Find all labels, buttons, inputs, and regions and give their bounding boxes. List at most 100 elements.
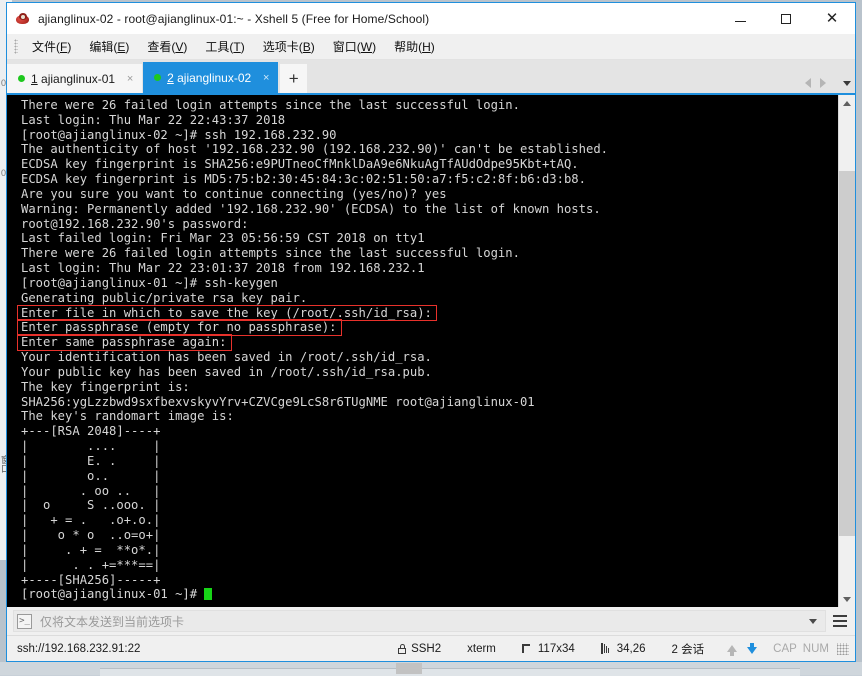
- tab-index: 2: [167, 70, 174, 85]
- terminal-line: There were 26 failed login attempts sinc…: [21, 246, 520, 261]
- menu-item-edit[interactable]: 编辑(E): [80, 35, 138, 58]
- terminal-line: SHA256:ygLzzbwd9sxfbexvskyvYrv+CZVCge9Lc…: [21, 394, 535, 409]
- terminal-line: | . oo .. |: [21, 483, 161, 498]
- status-connection-url: ssh://192.168.232.91:22: [17, 642, 141, 655]
- tab-ajianglinux-01[interactable]: 1 ajianglinux-01 ×: [7, 64, 143, 93]
- tab-status-dot: [154, 74, 162, 81]
- chevron-up-icon: [843, 100, 851, 106]
- menu-item-window[interactable]: 窗口(W): [324, 35, 385, 58]
- menu-item-help[interactable]: 帮助(H): [385, 35, 444, 58]
- resize-grip[interactable]: [837, 642, 849, 655]
- tab-close-icon[interactable]: ×: [260, 72, 272, 84]
- terminal-line: Enter file in which to save the key (/ro…: [21, 305, 432, 320]
- terminal-line: The key's randomart image is:: [21, 409, 234, 424]
- terminal-line: | + = . .o+.o.|: [21, 513, 161, 528]
- close-button[interactable]: ✕: [809, 3, 855, 34]
- menu-item-view[interactable]: 查看(V): [138, 35, 196, 58]
- tab-scroll-right-icon[interactable]: [820, 78, 826, 88]
- terminal-line: The key fingerprint is:: [21, 379, 190, 394]
- terminal-line: Enter passphrase (empty for no passphras…: [21, 320, 337, 335]
- background-horizontal-scrollbar: [396, 663, 422, 674]
- terminal-line: Are you sure you want to continue connec…: [21, 186, 447, 201]
- tab-scroll-left-icon[interactable]: [805, 78, 811, 88]
- terminal-line: | o.. |: [21, 468, 161, 483]
- new-tab-button[interactable]: +: [280, 64, 308, 93]
- tab-label: 1 ajianglinux-01: [31, 72, 115, 86]
- send-command-input[interactable]: >_ 仅将文本发送到当前选项卡: [13, 610, 826, 632]
- status-dimensions-label: 117x34: [537, 642, 575, 655]
- status-caps-label: CAP: [773, 642, 797, 655]
- scrollbar-thumb[interactable]: [839, 171, 855, 536]
- cursor-position-icon: [600, 643, 611, 654]
- terminal-output[interactable]: There were 26 failed login attempts sinc…: [7, 95, 838, 607]
- terminal-line: | . . +=***==|: [21, 557, 161, 572]
- status-transfer-icons: [717, 643, 763, 656]
- terminal-prompt-line: [root@ajianglinux-01 ~]#: [21, 587, 838, 602]
- scrollbar-down-button[interactable]: [839, 591, 855, 607]
- menu-item-file[interactable]: 文件(F): [23, 35, 80, 58]
- terminal-prompt-text: [root@ajianglinux-01 ~]#: [21, 587, 205, 602]
- terminal-line: Warning: Permanently added '192.168.232.…: [21, 201, 601, 216]
- terminal-line: +----[SHA256]-----+: [21, 572, 161, 587]
- maximize-button[interactable]: [763, 3, 809, 34]
- status-sessions-label: 2 会话: [671, 643, 705, 656]
- terminal-line: [root@ajianglinux-01 ~]# ssh-keygen: [21, 275, 278, 290]
- status-cursor-position-label: 34,26: [616, 642, 646, 655]
- resize-icon: [521, 643, 532, 654]
- title-bar[interactable]: ajianglinux-02 - root@ajianglinux-01:~ -…: [7, 3, 855, 34]
- terminal-prompt-icon: >_: [17, 613, 32, 629]
- terminal-line: ECDSA key fingerprint is SHA256:e9PUTneo…: [21, 157, 579, 172]
- menu-bar: 文件(F) 编辑(E) 查看(V) 工具(T) 选项卡(B) 窗口(W) 帮助(…: [7, 34, 855, 60]
- tab-bar: 1 ajianglinux-01 × 2 ajianglinux-02 × +: [7, 60, 855, 95]
- terminal-cursor: [204, 588, 212, 601]
- status-bar: ssh://192.168.232.91:22 SSH2 xterm 117x3…: [7, 635, 855, 661]
- menu-drag-grip[interactable]: [14, 39, 18, 54]
- terminal-line: | . + = **o*.|: [21, 542, 161, 557]
- status-sessions: 2 会话: [659, 641, 718, 657]
- scrollbar-up-button[interactable]: [839, 95, 855, 111]
- terminal-line: | o S ..ooo. |: [21, 498, 161, 513]
- terminal-line: ECDSA key fingerprint is MD5:75:b2:30:45…: [21, 172, 586, 187]
- terminal-scrollbar[interactable]: [838, 95, 855, 607]
- tab-index: 1: [31, 71, 38, 86]
- terminal-line: There were 26 failed login attempts sinc…: [21, 98, 520, 112]
- terminal-line: | E. . |: [21, 453, 161, 468]
- arrow-up-icon: [727, 645, 738, 656]
- menu-item-tools[interactable]: 工具(T): [196, 35, 253, 58]
- terminal-line: The authenticity of host '192.168.232.90…: [21, 142, 608, 157]
- send-command-bar: >_ 仅将文本发送到当前选项卡: [7, 607, 855, 635]
- close-icon: ✕: [825, 10, 839, 27]
- tab-close-icon[interactable]: ×: [124, 73, 136, 85]
- status-num-label: NUM: [802, 642, 829, 655]
- status-protocol-label: SSH2: [411, 642, 442, 655]
- terminal-line: Last failed login: Fri Mar 23 05:56:59 C…: [21, 231, 425, 246]
- status-terminal-type-label: xterm: [467, 642, 496, 655]
- terminal-line: | .... |: [21, 439, 161, 454]
- status-indicators: SSH2 xterm 117x34 34,26 2 会话 CAP NUM: [385, 641, 851, 657]
- xshell-window: ajianglinux-02 - root@ajianglinux-01:~ -…: [6, 2, 856, 662]
- hamburger-menu-icon[interactable]: [827, 608, 853, 634]
- terminal-line: Your public key has been saved in /root/…: [21, 364, 432, 379]
- minimize-icon: [734, 21, 746, 22]
- send-command-placeholder: 仅将文本发送到当前选项卡: [40, 614, 185, 629]
- maximize-icon: [781, 13, 791, 24]
- scrollbar-track[interactable]: [839, 111, 855, 591]
- chevron-down-icon: [843, 596, 851, 602]
- tab-ajianglinux-02[interactable]: 2 ajianglinux-02 ×: [143, 62, 279, 93]
- terminal-line: +---[RSA 2048]----+: [21, 424, 161, 439]
- status-cursor-position: 34,26: [588, 643, 659, 655]
- arrow-down-icon: [747, 643, 758, 654]
- chevron-down-icon[interactable]: [809, 618, 817, 624]
- terminal-line: Your identification has been saved in /r…: [21, 350, 432, 365]
- tab-status-dot: [18, 75, 25, 82]
- menu-item-tabs[interactable]: 选项卡(B): [254, 35, 324, 58]
- tab-label: 2 ajianglinux-02: [167, 71, 251, 85]
- status-terminal-type: xterm: [454, 643, 509, 655]
- window-controls: ✕: [717, 3, 855, 34]
- minimize-button[interactable]: [717, 3, 763, 34]
- tab-list-dropdown-icon[interactable]: [843, 80, 851, 86]
- terminal-line: | o * o ..o=o+|: [21, 528, 161, 543]
- lock-icon: [398, 643, 407, 654]
- status-dimensions: 117x34: [509, 643, 588, 655]
- terminal-line: Last login: Thu Mar 22 22:43:37 2018: [21, 112, 286, 127]
